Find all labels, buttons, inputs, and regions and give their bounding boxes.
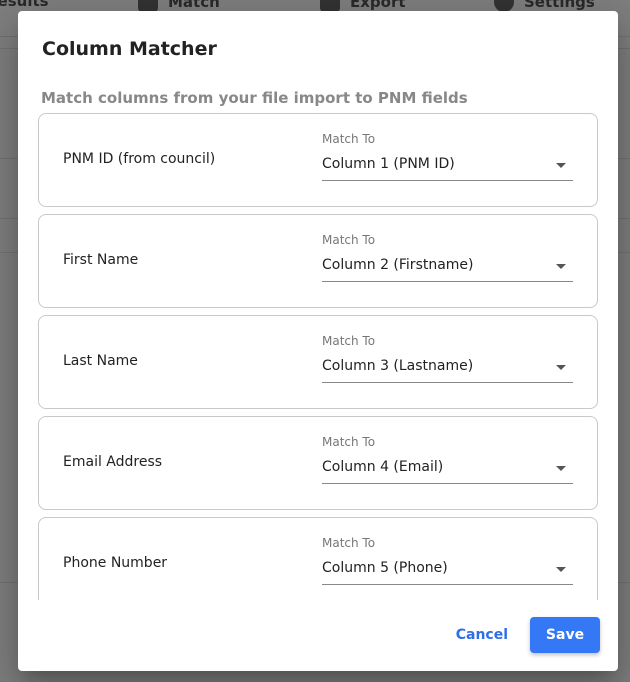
match-to-select[interactable]: Column 4 (Email) [322, 457, 573, 484]
select-value: Column 3 (Lastname) [322, 358, 474, 374]
dropdown-arrow-icon [556, 466, 566, 471]
cancel-button[interactable]: Cancel [444, 619, 520, 651]
field-row-phone: Phone Number Match To Column 5 (Phone) [38, 517, 598, 600]
select-value: Column 1 (PNM ID) [322, 156, 455, 172]
field-label: Phone Number [63, 555, 168, 571]
match-to-select[interactable]: Column 3 (Lastname) [322, 356, 573, 383]
field-row-first-name: First Name Match To Column 2 (Firstname) [38, 214, 598, 308]
select-value: Column 5 (Phone) [322, 560, 448, 576]
dropdown-arrow-icon [556, 163, 566, 168]
field-label: First Name [63, 252, 139, 268]
dropdown-arrow-icon [556, 264, 566, 269]
field-label: Last Name [63, 353, 138, 369]
select-value: Column 4 (Email) [322, 459, 444, 475]
field-row-email: Email Address Match To Column 4 (Email) [38, 416, 598, 510]
select-value: Column 2 (Firstname) [322, 257, 474, 273]
match-to-select[interactable]: Column 1 (PNM ID) [322, 154, 573, 181]
dialog-subtitle: Match columns from your file import to P… [41, 89, 468, 107]
field-label: PNM ID (from council) [63, 151, 216, 167]
match-to-label: Match To [322, 334, 376, 348]
dialog-title: Column Matcher [42, 38, 217, 60]
dialog-content[interactable]: PNM ID (from council) Match To Column 1 … [18, 113, 618, 600]
match-to-label: Match To [322, 233, 376, 247]
match-to-label: Match To [322, 435, 376, 449]
save-button[interactable]: Save [530, 617, 600, 653]
match-to-select[interactable]: Column 5 (Phone) [322, 558, 573, 585]
match-to-label: Match To [322, 132, 376, 146]
dropdown-arrow-icon [556, 567, 566, 572]
match-to-select[interactable]: Column 2 (Firstname) [322, 255, 573, 282]
field-row-pnm-id: PNM ID (from council) Match To Column 1 … [38, 113, 598, 207]
dialog-actions: Cancel Save [444, 617, 600, 653]
field-label: Email Address [63, 454, 163, 470]
field-row-last-name: Last Name Match To Column 3 (Lastname) [38, 315, 598, 409]
column-matcher-dialog: Column Matcher Match columns from your f… [18, 11, 618, 671]
dropdown-arrow-icon [556, 365, 566, 370]
match-to-label: Match To [322, 536, 376, 550]
